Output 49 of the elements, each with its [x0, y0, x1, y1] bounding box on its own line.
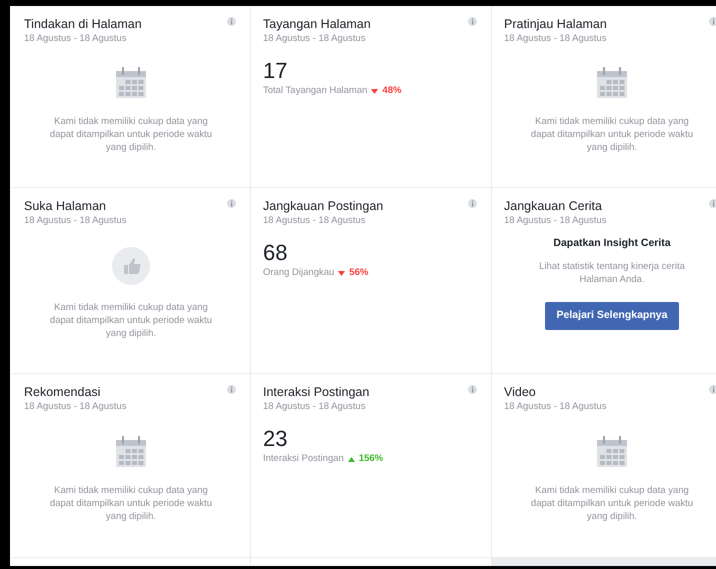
date-range: 18 Agustus - 18 Agustus [263, 32, 366, 46]
date-range: 18 Agustus - 18 Agustus [504, 32, 606, 46]
empty-message: Kami tidak memiliki cukup data yang dapat ditampilkan untuk periode waktu yang dipilih. [48, 114, 214, 154]
calendar-icon [115, 66, 147, 98]
info-icon[interactable] [709, 385, 716, 394]
metric-label: Total Tayangan Halaman [263, 84, 368, 98]
info-icon[interactable] [227, 199, 236, 208]
empty-message: Kami tidak memiliki cukup data yang dapat ditampilkan untuk periode waktu yang dipilih. [530, 484, 694, 522]
card-title: Jangkauan Postingan [263, 198, 384, 214]
thumbs-up-icon [112, 247, 150, 285]
promo-heading: Dapatkan Insight Cerita [553, 236, 671, 251]
empty-message: Kami tidak memiliki cukup data yang dapat ditampilkan untuk periode waktu yang dipilih. [48, 301, 214, 340]
metric-value: 23 [263, 426, 288, 452]
calendar-icon [115, 434, 147, 468]
date-range: 18 Agustus - 18 Agustus [504, 214, 606, 228]
card-title: Suka Halaman [24, 198, 106, 214]
card-title: Rekomendasi [24, 384, 100, 400]
info-icon[interactable] [709, 199, 716, 208]
metric-value: 17 [263, 58, 288, 84]
learn-more-button[interactable]: Pelajari Selengkapnya [544, 302, 680, 330]
date-range: 18 Agustus - 18 Agustus [24, 214, 126, 228]
card-title: Video [504, 384, 536, 400]
info-icon[interactable] [709, 17, 716, 26]
calendar-icon [596, 434, 628, 468]
calendar-icon [596, 66, 628, 98]
card-title: Tayangan Halaman [263, 16, 371, 32]
card-title: Tindakan di Halaman [24, 16, 142, 32]
date-range: 18 Agustus - 18 Agustus [263, 400, 366, 414]
metric-label: Orang Dijangkau [263, 266, 334, 280]
info-icon[interactable] [468, 199, 477, 208]
card-title: Pratinjau Halaman [504, 16, 607, 32]
date-range: 18 Agustus - 18 Agustus [24, 400, 126, 414]
date-range: 18 Agustus - 18 Agustus [504, 400, 606, 414]
metric-value: 68 [263, 240, 288, 266]
change-percent: 156% [358, 452, 384, 466]
card-title: Jangkauan Cerita [504, 198, 602, 214]
change-percent: 48% [382, 84, 402, 98]
info-icon[interactable] [468, 385, 477, 394]
empty-message: Kami tidak memiliki cukup data yang dapat ditampilkan untuk periode waktu yang dipilih. [530, 114, 694, 154]
date-range: 18 Agustus - 18 Agustus [263, 214, 366, 228]
empty-message: Kami tidak memiliki cukup data yang dapat ditampilkan untuk periode waktu yang dipilih. [48, 484, 214, 522]
info-icon[interactable] [227, 385, 236, 394]
date-range: 18 Agustus - 18 Agustus [24, 32, 126, 46]
promo-text: Lihat statistik tentang kinerja cerita Halaman Anda. [538, 260, 686, 286]
metric-label: Interaksi Postingan [263, 452, 344, 466]
card-title: Interaksi Postingan [263, 384, 370, 400]
info-icon[interactable] [468, 17, 477, 26]
change-percent: 56% [349, 266, 368, 280]
info-icon[interactable] [227, 17, 236, 26]
